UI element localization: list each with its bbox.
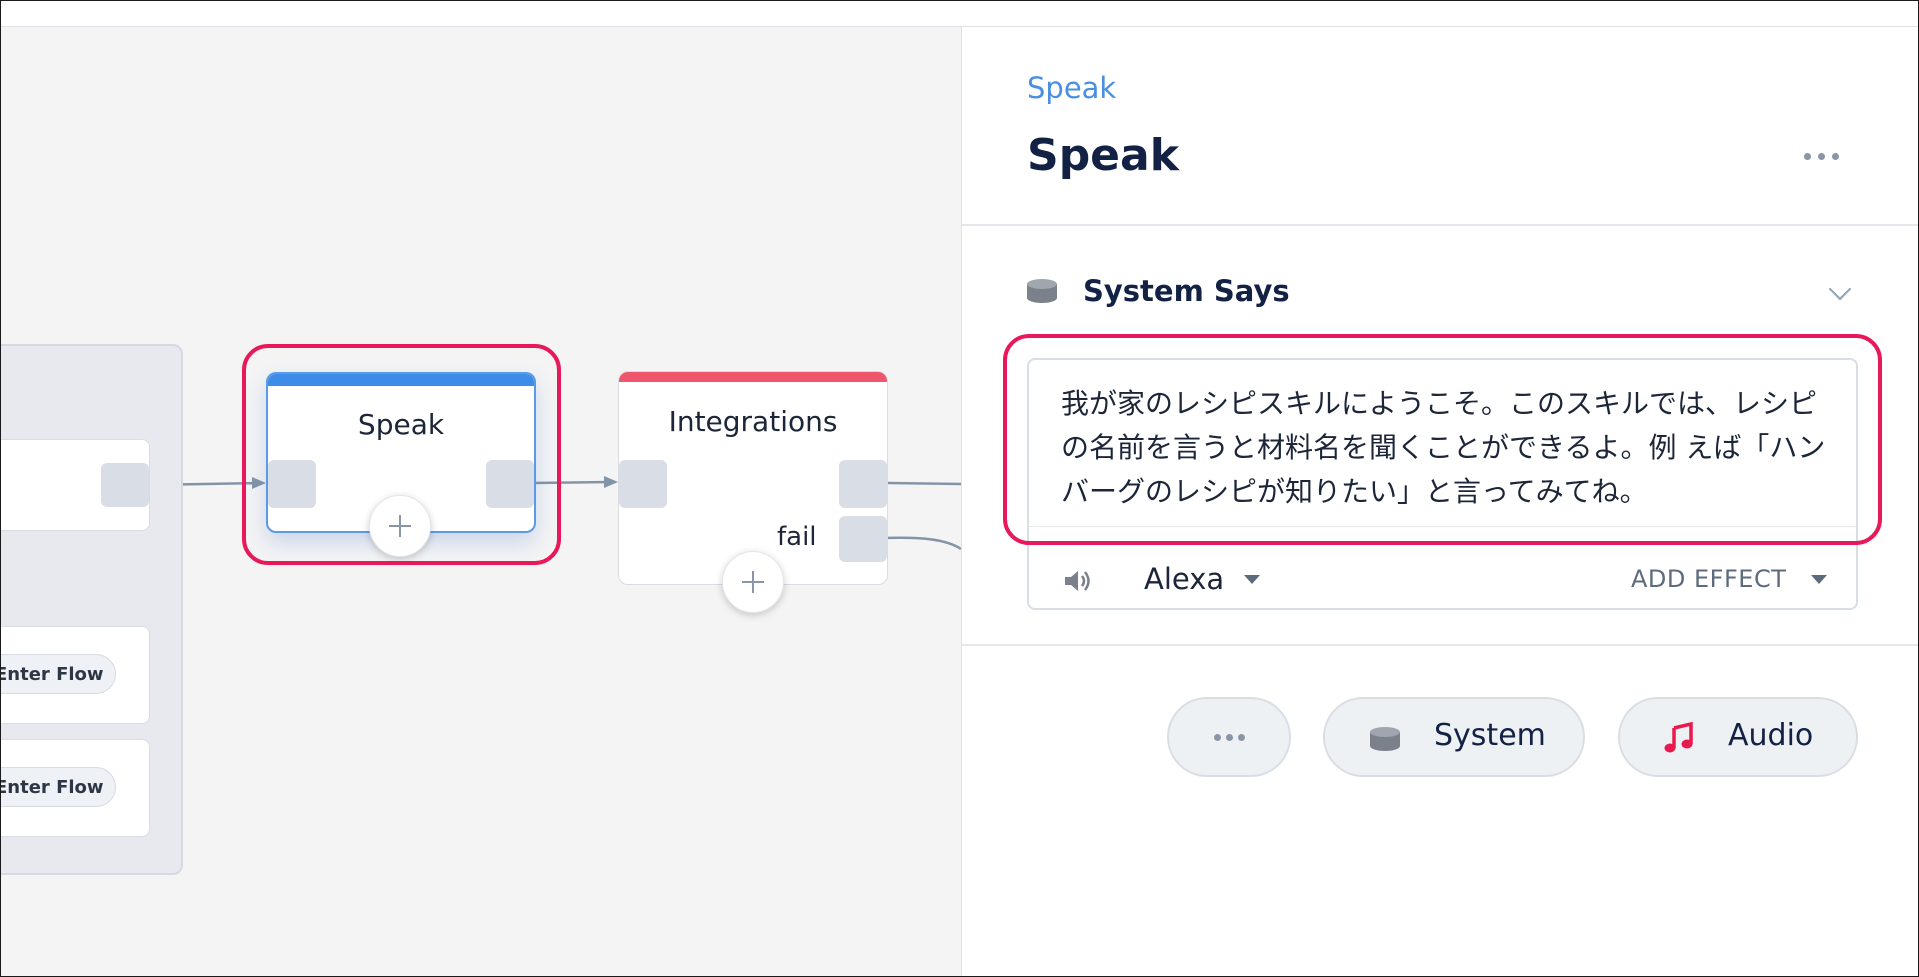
more-step-types-button[interactable] [1167,697,1291,777]
chevron-down-icon[interactable] [1828,277,1852,301]
voice-select[interactable]: Alexa [1144,562,1224,596]
group-step-card[interactable]: Enter Flow [1,739,150,837]
page-title: Speak [1027,130,1179,181]
volume-icon[interactable] [1063,568,1093,594]
output-port[interactable] [101,463,149,507]
enter-flow-button[interactable]: Enter Flow [1,654,116,694]
group-step-card[interactable] [1,439,150,531]
caret-down-icon[interactable] [1811,575,1827,584]
add-step-plus-icon[interactable] [722,551,784,613]
flow-group-block[interactable]: Enter Flow Enter Flow [1,344,183,875]
more-options-icon[interactable] [1804,153,1840,161]
divider [962,644,1918,646]
speaker-device-icon [1370,727,1400,751]
divider [962,224,1918,226]
enter-flow-button[interactable]: Enter Flow [1,767,116,807]
app-frame: Enter Flow Enter Flow Speak Integrations… [0,0,1919,977]
music-note-icon [1664,722,1693,753]
system-step-button[interactable]: System [1323,697,1585,777]
integrations-node-title: Integrations [668,405,838,438]
speaker-device-icon [1027,279,1057,303]
system-button-label: System [1434,718,1546,753]
fail-output-port[interactable] [839,516,887,562]
audio-step-button[interactable]: Audio [1618,697,1858,777]
more-options-icon [1214,734,1250,742]
add-effect-button[interactable]: ADD EFFECT [1631,565,1786,593]
system-says-highlight [1003,334,1882,545]
input-port[interactable] [619,460,667,508]
fail-label: fail [777,522,817,552]
system-says-label: System Says [1083,274,1290,308]
connector-integrations-fail [885,536,961,551]
audio-button-label: Audio [1728,718,1814,753]
speak-node-highlight [242,344,561,565]
breadcrumb[interactable]: Speak [1027,71,1116,105]
success-output-port[interactable] [839,460,887,508]
group-step-card[interactable]: Enter Flow [1,626,150,724]
caret-down-icon[interactable] [1244,575,1260,584]
node-color-bar [619,372,887,382]
connector-integrations-success [885,481,961,486]
arrow-head [604,476,618,488]
